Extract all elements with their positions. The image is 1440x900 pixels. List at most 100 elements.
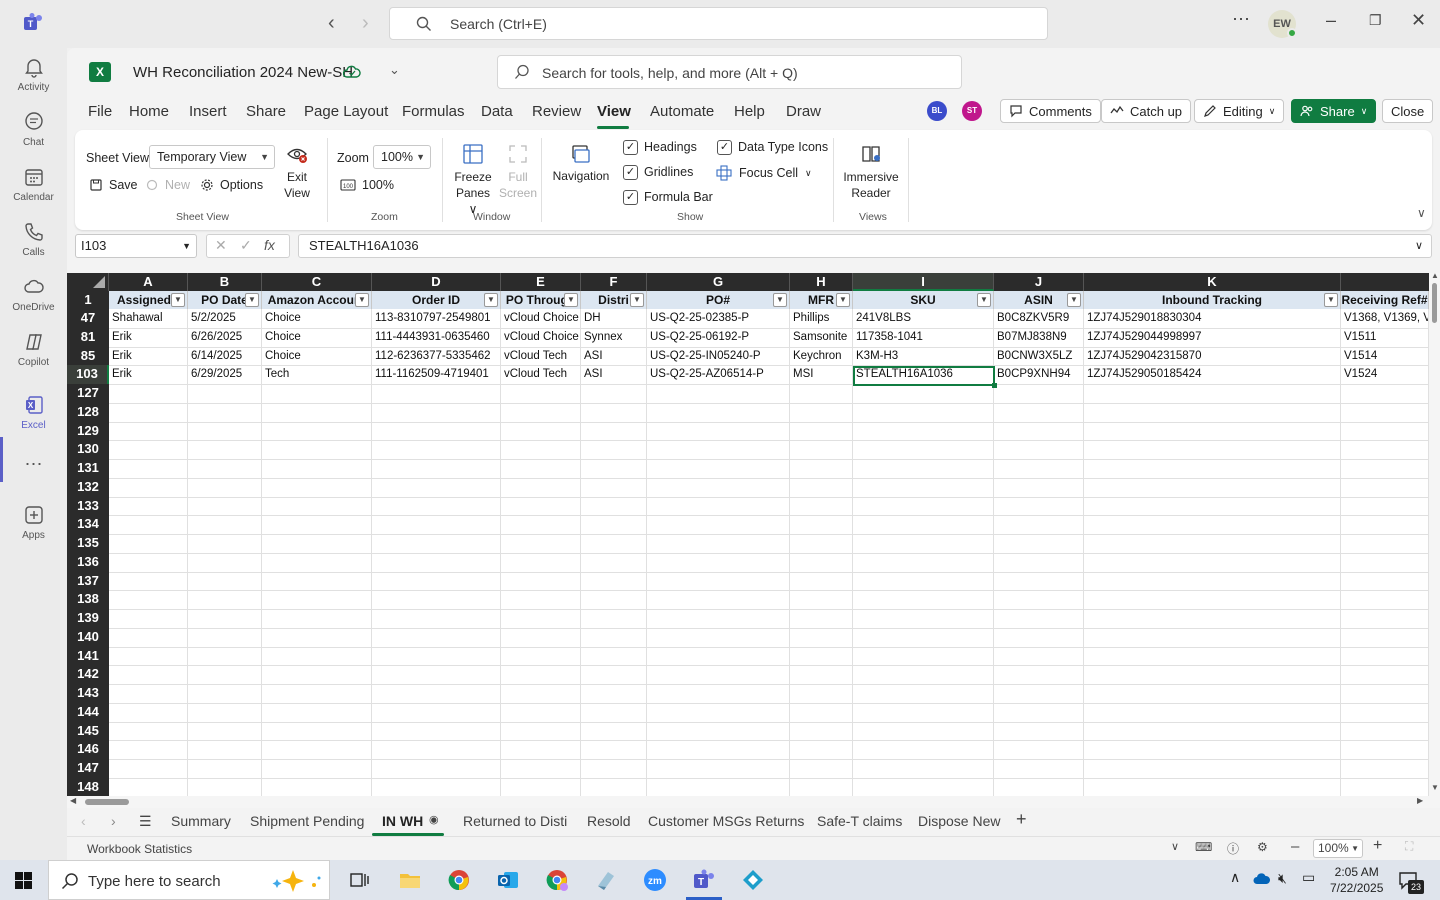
more-options-icon[interactable]: ⋯: [1232, 9, 1250, 30]
filter-dropdown-icon[interactable]: ▼: [355, 293, 369, 307]
row-header[interactable]: 1: [67, 291, 109, 309]
scroll-left-icon[interactable]: ◀: [70, 796, 76, 805]
column-header-b[interactable]: B: [188, 273, 262, 291]
zoom-in-icon[interactable]: +: [1373, 837, 1382, 855]
table-cell[interactable]: Choice: [262, 309, 371, 328]
table-cell[interactable]: US-Q2-25-IN05240-P: [647, 347, 789, 366]
chrome-icon[interactable]: [447, 868, 471, 892]
comments-button[interactable]: Comments: [1000, 99, 1101, 123]
onedrive-tray-icon[interactable]: [1253, 872, 1271, 886]
menu-data[interactable]: Data: [481, 103, 513, 120]
worksheet-grid[interactable]: A B C D E F G H I J K 1 47 81 85 103 127 128 12…: [67, 273, 1440, 796]
vertical-scrollbar[interactable]: ▲ ▼: [1429, 273, 1440, 796]
feedback-icon[interactable]: ⚙: [1257, 840, 1268, 854]
forward-arrow-icon[interactable]: ›: [362, 12, 369, 35]
rail-item-copilot[interactable]: Copilot: [0, 331, 67, 368]
table-cell[interactable]: 6/29/2025: [188, 365, 261, 384]
column-header-e[interactable]: E: [501, 273, 581, 291]
rail-item-apps[interactable]: Apps: [0, 504, 67, 541]
freeze-panes-button[interactable]: Freeze Panes ∨: [451, 142, 495, 217]
scroll-right-icon[interactable]: ▶: [1417, 796, 1423, 805]
full-screen-icon[interactable]: ⛶: [1405, 839, 1413, 854]
row-header[interactable]: 139: [67, 609, 109, 628]
table-cell[interactable]: Keychron: [790, 347, 852, 366]
column-header-c[interactable]: C: [262, 273, 372, 291]
add-sheet-icon[interactable]: +: [1016, 809, 1027, 830]
rail-item-calls[interactable]: Calls: [0, 221, 67, 258]
rail-item-activity[interactable]: Activity: [0, 56, 67, 93]
table-cell[interactable]: Shahawal: [109, 309, 187, 328]
table-cell[interactable]: 111-4443931-0635460: [372, 328, 500, 347]
table-cell[interactable]: Synnex: [581, 328, 646, 347]
horizontal-scroll-thumb[interactable]: [85, 799, 129, 805]
row-header[interactable]: 137: [67, 572, 109, 591]
row-header[interactable]: 130: [67, 440, 109, 459]
filter-dropdown-icon[interactable]: ▼: [171, 293, 185, 307]
chevron-down-icon[interactable]: ∨: [1171, 840, 1179, 853]
save-view-button[interactable]: Save: [89, 178, 138, 192]
full-screen-button[interactable]: Full Screen: [499, 142, 537, 201]
file-explorer-icon[interactable]: [398, 868, 422, 892]
collaborator-avatar[interactable]: ST: [962, 101, 982, 121]
gridlines-checkbox[interactable]: ✓: [623, 165, 638, 180]
table-cell[interactable]: Choice: [262, 328, 371, 347]
sheet-tab-returned-to-disti[interactable]: Returned to Disti: [463, 813, 567, 829]
formula-bar-input[interactable]: STEALTH16A1036 ∨: [298, 234, 1432, 258]
column-header-d[interactable]: D: [372, 273, 501, 291]
table-cell[interactable]: B0C8ZKV5R9: [994, 309, 1083, 328]
table-cell[interactable]: 1ZJ74J529042315870: [1084, 347, 1340, 366]
row-header[interactable]: 141: [67, 647, 109, 666]
table-cell[interactable]: vCloud Tech: [501, 347, 580, 366]
column-header-a[interactable]: A: [109, 273, 188, 291]
table-cell[interactable]: B0CP9XNH94: [994, 365, 1083, 384]
row-header[interactable]: 47: [67, 309, 109, 328]
row-header[interactable]: 144: [67, 703, 109, 722]
network-icon[interactable]: ▭: [1302, 869, 1315, 886]
document-title[interactable]: WH Reconciliation 2024 New-SH: [133, 64, 353, 81]
filter-dropdown-icon[interactable]: ▼: [564, 293, 578, 307]
sheet-tab-safe-t-claims[interactable]: Safe-T claims: [817, 813, 902, 829]
menu-view[interactable]: View: [597, 103, 631, 120]
sheet-tab-in-wh[interactable]: IN WH: [382, 813, 423, 829]
teams-logo-icon[interactable]: T: [22, 12, 44, 34]
vertical-scroll-thumb[interactable]: [1432, 283, 1437, 323]
header-cell-sku[interactable]: SKU: [853, 291, 994, 309]
row-header[interactable]: 134: [67, 515, 109, 534]
zoom-out-icon[interactable]: –: [1291, 838, 1299, 855]
table-cell[interactable]: Phillips: [790, 309, 852, 328]
confirm-entry-icon[interactable]: ✓: [240, 237, 252, 254]
select-all-corner[interactable]: [67, 273, 109, 291]
row-header[interactable]: 147: [67, 759, 109, 778]
zoom-app-icon[interactable]: zm: [643, 868, 667, 892]
new-view-button[interactable]: New: [145, 178, 190, 192]
header-cell-inbound-tracking[interactable]: Inbound Tracking: [1084, 291, 1341, 309]
table-cell[interactable]: vCloud Choice: [501, 328, 580, 347]
volume-muted-icon[interactable]: 🔇︎: [1278, 870, 1287, 887]
menu-draw[interactable]: Draw: [786, 103, 821, 120]
menu-page-layout[interactable]: Page Layout: [304, 103, 388, 120]
table-cell[interactable]: Erik: [109, 365, 187, 384]
column-header-f[interactable]: F: [581, 273, 647, 291]
navigation-button[interactable]: Navigation: [551, 142, 611, 183]
table-cell[interactable]: 6/26/2025: [188, 328, 261, 347]
menu-insert[interactable]: Insert: [189, 103, 227, 120]
filter-dropdown-icon[interactable]: ▼: [484, 293, 498, 307]
table-cell[interactable]: B07MJ838N9: [994, 328, 1083, 347]
headings-checkbox[interactable]: ✓: [623, 140, 638, 155]
paper-app-icon[interactable]: [594, 868, 618, 892]
catch-up-button[interactable]: Catch up: [1101, 99, 1192, 123]
table-cell[interactable]: 1ZJ74J529044998997: [1084, 328, 1340, 347]
header-cell-po-number[interactable]: PO#: [647, 291, 790, 309]
column-header-k[interactable]: K: [1084, 273, 1341, 291]
column-header-l[interactable]: [1341, 273, 1429, 291]
row-header[interactable]: 148: [67, 778, 109, 796]
zoom-100-button[interactable]: 100 100%: [340, 178, 394, 192]
table-cell[interactable]: Samsonite: [790, 328, 852, 347]
immersive-reader-button[interactable]: Immersive Reader: [841, 142, 901, 201]
show-hidden-icons-icon[interactable]: ∧: [1230, 869, 1240, 886]
chevron-down-icon[interactable]: ⌄: [389, 62, 400, 78]
options-button[interactable]: Options: [200, 178, 263, 192]
table-cell[interactable]: US-Q2-25-02385-P: [647, 309, 789, 328]
row-header[interactable]: 81: [67, 328, 109, 347]
table-cell[interactable]: 241V8LBS: [853, 309, 993, 328]
